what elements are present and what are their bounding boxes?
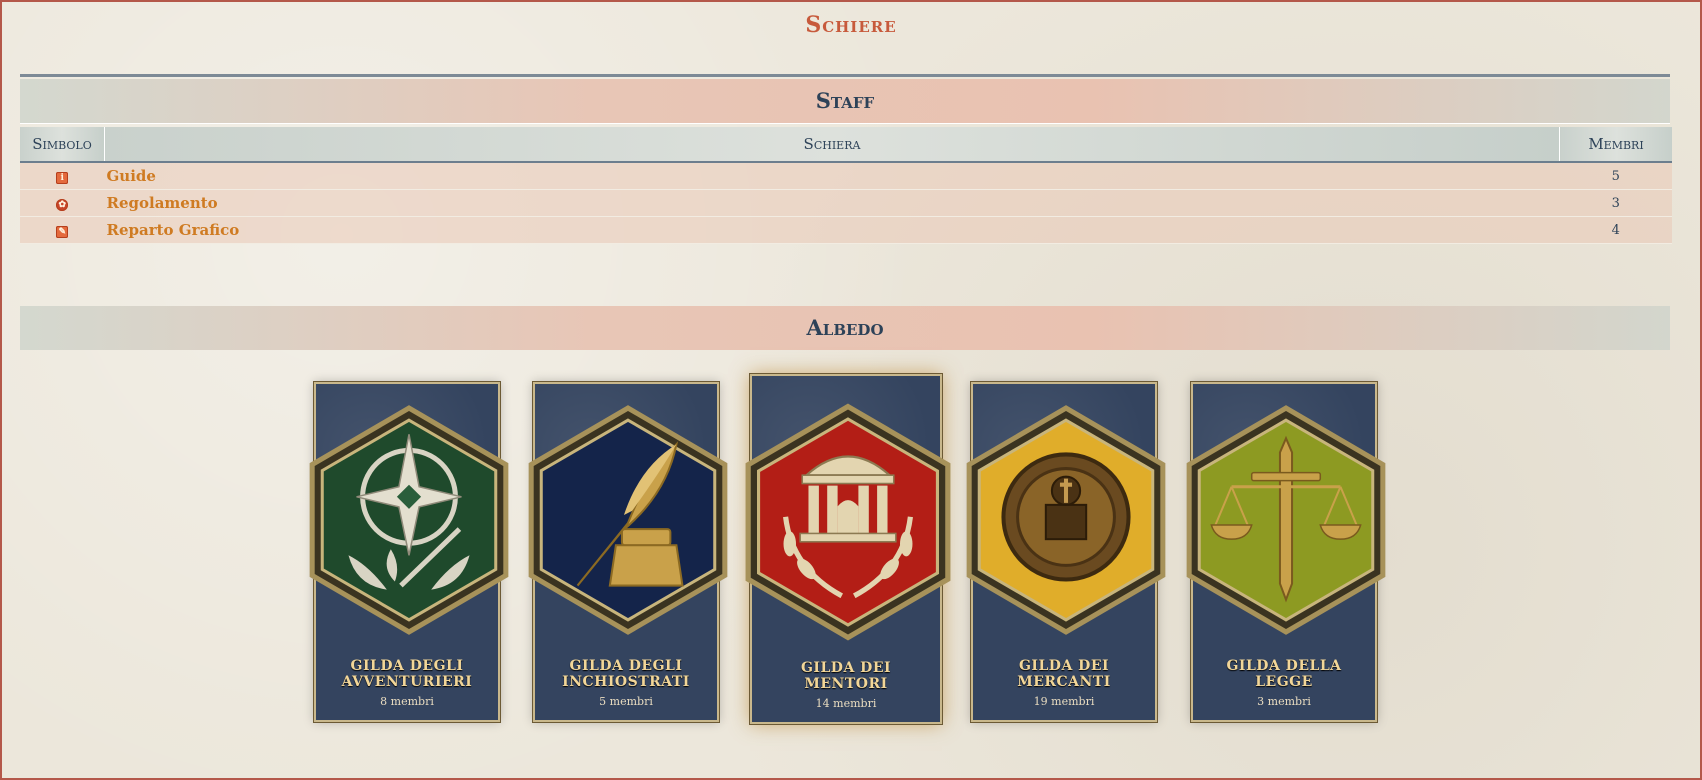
group-link-guide[interactable]: Guide bbox=[104, 162, 1560, 190]
page-title: Schiere bbox=[805, 12, 897, 38]
guild-card-inchiostrati[interactable]: Gilda degli Inchiostrati 5 membri bbox=[528, 382, 728, 722]
guild-card-mercanti[interactable]: Gilda dei Mercanti 19 membri bbox=[966, 382, 1166, 722]
albedo-section-header: Albedo bbox=[20, 306, 1670, 350]
group-link-regolamento[interactable]: Regolamento bbox=[104, 189, 1560, 217]
divider bbox=[20, 74, 1670, 77]
member-count: 5 bbox=[1559, 162, 1672, 190]
column-header-name: Schiera bbox=[104, 127, 1560, 163]
temple-icon bbox=[745, 403, 951, 641]
staff-section-header: Staff bbox=[20, 79, 1670, 124]
member-count: 3 bbox=[1559, 189, 1672, 217]
guild-name: Gilda dei Mercanti bbox=[1017, 658, 1111, 690]
column-header-members: Membri bbox=[1559, 127, 1672, 163]
guild-member-count: 19 membri bbox=[1033, 695, 1095, 708]
guild-name: Gilda della Legge bbox=[1226, 658, 1342, 690]
guild-member-count: 5 membri bbox=[599, 695, 653, 708]
staff-heading: Staff bbox=[815, 88, 875, 113]
scales-icon bbox=[1186, 405, 1386, 635]
table-row: i Guide 5 bbox=[20, 162, 1672, 190]
compass-icon bbox=[309, 405, 509, 635]
member-count: 4 bbox=[1559, 216, 1672, 244]
guild-member-count: 14 membri bbox=[815, 697, 877, 710]
table-row: ✿ Regolamento 3 bbox=[20, 189, 1672, 217]
coin-icon bbox=[966, 405, 1166, 635]
guild-card-legge[interactable]: Gilda della Legge 3 membri bbox=[1186, 382, 1386, 722]
group-link-reparto-grafico[interactable]: Reparto Grafico bbox=[104, 216, 1560, 244]
column-header-symbol: Simbolo bbox=[20, 127, 105, 163]
table-header-row: Simbolo Schiera Membri bbox=[20, 127, 1672, 163]
gear-icon: ✿ bbox=[56, 199, 69, 211]
guild-member-count: 3 membri bbox=[1257, 695, 1311, 708]
staff-table: Simbolo Schiera Membri i Guide 5 ✿ Regol… bbox=[20, 127, 1672, 244]
guild-card-avventurieri[interactable]: Gilda degli Avventurieri 8 membri bbox=[309, 382, 509, 722]
brush-icon: ✎ bbox=[56, 226, 69, 238]
quill-icon bbox=[528, 405, 728, 635]
info-icon: i bbox=[56, 172, 69, 184]
guild-card-mentori[interactable]: Gilda dei Mentori 14 membri bbox=[745, 374, 951, 724]
albedo-heading: Albedo bbox=[806, 315, 884, 340]
guild-name: Gilda dei Mentori bbox=[800, 660, 892, 692]
guild-name: Gilda degli Avventurieri bbox=[341, 658, 473, 690]
guild-member-count: 8 membri bbox=[380, 695, 434, 708]
table-row: ✎ Reparto Grafico 4 bbox=[20, 216, 1672, 244]
guild-name: Gilda degli Inchiostrati bbox=[562, 658, 690, 690]
